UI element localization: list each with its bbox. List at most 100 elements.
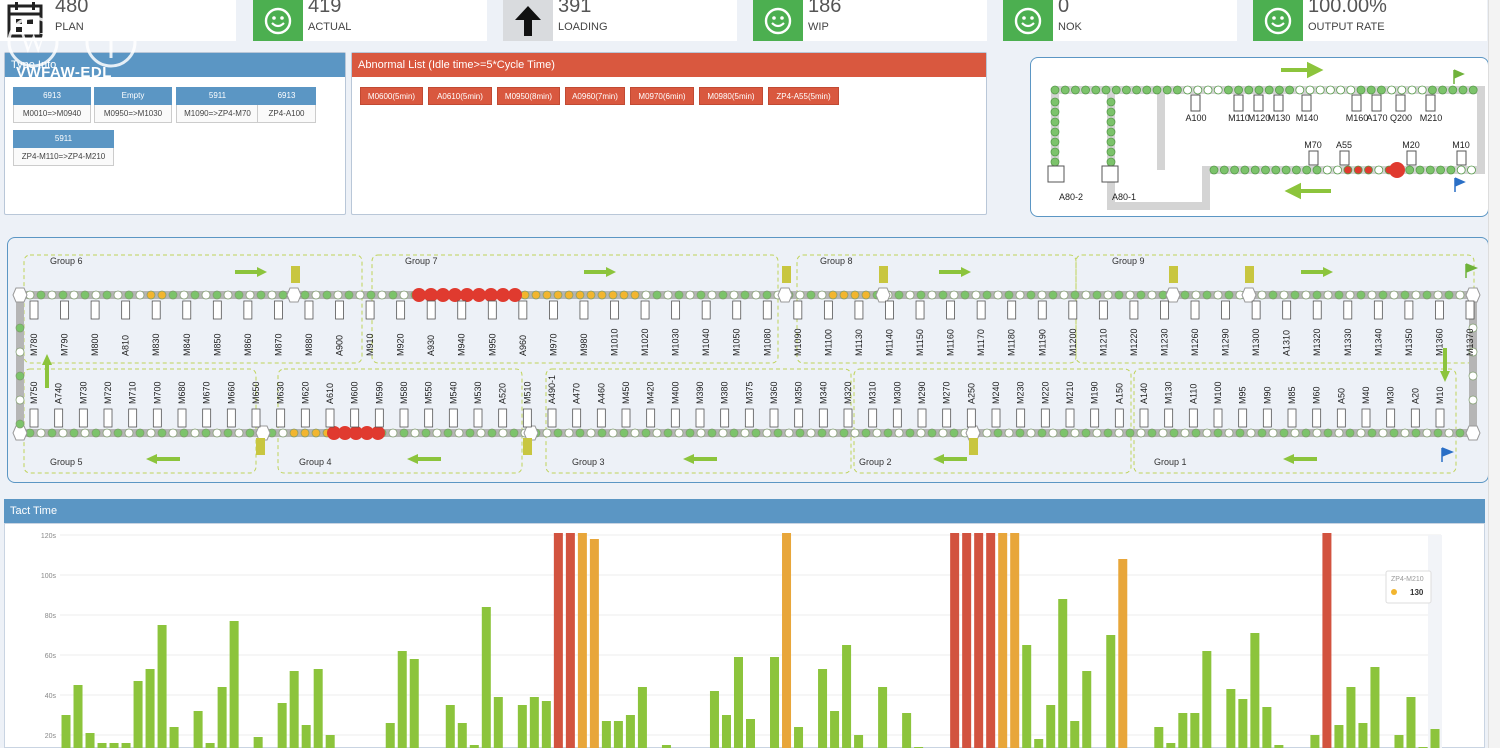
tact-time-bars: 20s 40s 60s 80s 100s 120s ZP4-M210 130	[41, 533, 1442, 748]
station-label: A960	[518, 335, 528, 356]
station-dot	[861, 428, 871, 438]
kpi-label: OUTPUT RATE	[1308, 21, 1385, 33]
station-dot	[586, 290, 596, 300]
tact-bar	[1334, 725, 1344, 748]
abnormal-item[interactable]: M0980(5min)	[699, 87, 763, 105]
station-label: A50	[1336, 388, 1346, 404]
station-dot	[1257, 290, 1267, 300]
station-dot	[1125, 428, 1135, 438]
scrollbar[interactable]	[1488, 0, 1500, 748]
alarm-station	[508, 288, 522, 302]
station-box	[1262, 408, 1272, 428]
group-label: Group 9	[1112, 256, 1145, 266]
station-label: M340	[818, 381, 828, 404]
station-dot	[1106, 157, 1116, 167]
abnormal-item[interactable]: M0970(6min)	[630, 87, 694, 105]
abnormal-item[interactable]: M0950(8min)	[497, 87, 560, 105]
station-dot	[58, 428, 68, 438]
station-label: A150	[1114, 383, 1124, 404]
station-box	[1016, 408, 1026, 428]
tact-bar	[481, 607, 491, 748]
group-label: Group 4	[299, 457, 332, 467]
station-dot	[1333, 165, 1343, 175]
station-dot	[146, 290, 156, 300]
arrow-head	[42, 354, 52, 365]
station-dot	[1397, 85, 1407, 95]
station-dot	[762, 428, 772, 438]
station-box	[1395, 94, 1406, 112]
station-dot	[1152, 85, 1162, 95]
station-dot	[938, 290, 948, 300]
station-label: M540	[448, 381, 458, 404]
tact-bar	[73, 685, 83, 748]
station-label: M680	[177, 381, 187, 404]
station-dot	[641, 290, 651, 300]
tact-time-header: Tact Time	[4, 499, 1485, 523]
station-box	[1373, 300, 1383, 320]
station-box	[1233, 94, 1244, 112]
station-box	[103, 408, 113, 428]
station-label: M1340	[1373, 328, 1383, 356]
abnormal-item[interactable]: M0600(5min)	[360, 87, 423, 105]
station-dot	[1364, 165, 1373, 175]
tact-bar	[902, 713, 912, 748]
alarm-station	[436, 288, 450, 302]
station-label: M1090	[793, 328, 803, 356]
station-dot	[421, 428, 431, 438]
station-box	[29, 408, 39, 428]
station-dot	[982, 290, 992, 300]
tact-bar	[325, 735, 335, 748]
type-card[interactable]: 5911 M1090=>ZP4-M70	[176, 87, 259, 123]
type-card[interactable]: 6913 M0010=>M0940	[13, 87, 91, 123]
type-card[interactable]: 5911 ZP4-M110=>ZP4-M210	[13, 130, 114, 166]
station-dot	[564, 290, 574, 300]
station-dot	[1081, 428, 1091, 438]
station-dot	[839, 428, 849, 438]
station-dot	[1455, 428, 1465, 438]
station-dot	[1103, 290, 1113, 300]
station-box	[498, 408, 508, 428]
arrow-head	[683, 454, 694, 464]
station-dot	[1290, 290, 1300, 300]
alarm-station	[496, 288, 510, 302]
tact-bar	[1154, 727, 1164, 748]
station-label: M390	[695, 381, 705, 404]
tact-bar	[1070, 721, 1080, 748]
station-dot	[850, 428, 860, 438]
type-card[interactable]: 6913 ZP4-A100	[257, 87, 316, 123]
station-dot	[113, 428, 123, 438]
station-label: M620	[300, 381, 310, 404]
kpi-card-nok: 0 NOK	[1003, 0, 1237, 41]
station-dot	[729, 428, 739, 438]
station-box	[843, 408, 853, 428]
station-box	[646, 408, 656, 428]
station-dot	[674, 428, 684, 438]
type-card-range: ZP4-A100	[257, 105, 316, 123]
station-box	[1047, 165, 1065, 183]
left-conveyor	[16, 295, 24, 433]
abnormal-item[interactable]: A0610(5min)	[428, 87, 492, 105]
transfer-node	[1465, 425, 1481, 441]
station-dot	[465, 428, 475, 438]
station-dot	[630, 290, 640, 300]
station-dot	[432, 428, 442, 438]
tact-bar	[1034, 739, 1044, 748]
type-card-model: 6913	[13, 87, 91, 105]
station-dot	[1436, 165, 1446, 175]
station-dot	[1162, 85, 1172, 95]
station-box	[522, 408, 532, 428]
station-box	[695, 408, 705, 428]
station-dot	[971, 290, 981, 300]
alarm-station	[371, 426, 385, 440]
station-box	[1456, 150, 1467, 166]
station-dot	[1147, 290, 1157, 300]
station-box	[854, 300, 864, 320]
type-card[interactable]: Empty M0950=>M1030	[94, 87, 172, 123]
abnormal-item[interactable]: A0960(7min)	[565, 87, 625, 105]
abnormal-item[interactable]: ZP4-A55(5min)	[768, 87, 839, 105]
station-dot	[256, 290, 266, 300]
station-label: A80-2	[1059, 192, 1083, 202]
station-label: M730	[78, 381, 88, 404]
tact-bar	[709, 691, 719, 748]
station-box	[671, 300, 681, 320]
